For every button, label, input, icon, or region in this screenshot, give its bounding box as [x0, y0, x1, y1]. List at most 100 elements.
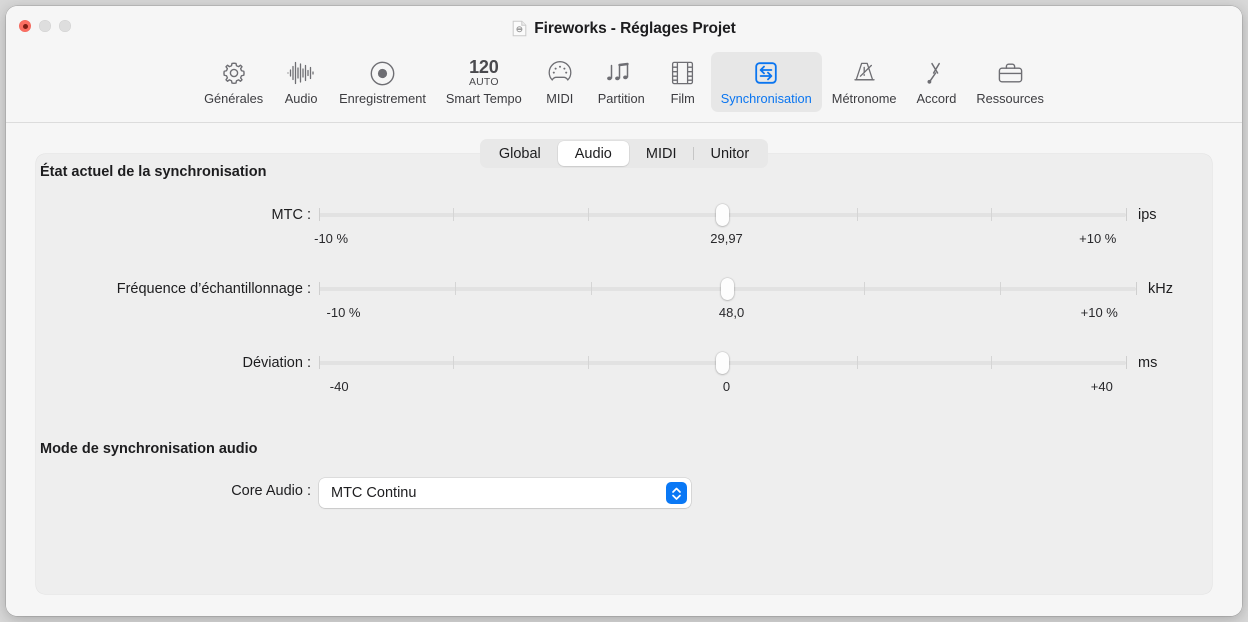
settings-content: Global Audio MIDI Unitor État actuel de …	[6, 123, 1242, 616]
sync-tab-bar: Global Audio MIDI Unitor	[480, 139, 768, 168]
panel-body: État actuel de la synchronisation MTC : …	[6, 123, 1242, 616]
window-title: Fireworks - Réglages Projet	[534, 20, 735, 38]
core-audio-value: MTC Continu	[331, 485, 666, 501]
toolbar-label: Partition	[598, 91, 645, 106]
toolbar-item-smart-tempo[interactable]: 120 AUTO Smart Tempo	[436, 52, 532, 112]
slider-tick	[588, 208, 589, 221]
slider-value-label: 0	[723, 379, 730, 394]
tab-unitor[interactable]: Unitor	[693, 141, 766, 166]
tab-label: Unitor	[710, 146, 749, 162]
slider-tick	[591, 282, 592, 295]
toolbar-label: MIDI	[546, 91, 573, 106]
document-icon	[512, 20, 527, 37]
title-group: Fireworks - Réglages Projet	[6, 19, 1242, 38]
toolbar-item-metronome[interactable]: Métronome	[822, 52, 907, 112]
close-dot-icon	[23, 24, 28, 29]
slider-label: Déviation :	[6, 355, 311, 371]
title-bar: Fireworks - Réglages Projet	[6, 6, 1242, 50]
toolbar-label: Synchronisation	[721, 91, 812, 106]
toolbar-label: Métronome	[832, 91, 897, 106]
slider-tick	[864, 282, 865, 295]
waveform-icon	[286, 56, 316, 90]
maximize-button[interactable]	[59, 20, 71, 32]
metronome-icon	[851, 56, 878, 90]
slider-tick	[1126, 208, 1127, 221]
slider-max-label: +10 %	[1079, 231, 1116, 246]
slider-tick	[319, 208, 320, 221]
tempo-mode: AUTO	[469, 76, 499, 89]
slider-label: Fréquence d’échantillonnage :	[6, 281, 311, 297]
toolbar-item-enregistrement[interactable]: Enregistrement	[329, 52, 436, 112]
slider-tick	[991, 356, 992, 369]
toolbar-label: Générales	[204, 91, 263, 106]
tab-label: Global	[499, 146, 541, 162]
midi-plug-icon	[547, 56, 573, 90]
toolbar-label: Audio	[285, 91, 318, 106]
slider-unit: ips	[1138, 207, 1157, 223]
slider-tick	[1126, 356, 1127, 369]
film-icon	[671, 56, 694, 90]
slider-max-label: +40	[1091, 379, 1113, 394]
slider-tick	[588, 356, 589, 369]
slider-tick	[1000, 282, 1001, 295]
slider-row-mtc: MTC : -10 % 29,97 +10 % ips	[6, 201, 1242, 247]
slider-thumb[interactable]	[721, 278, 734, 300]
slider-max-label: +10 %	[1081, 305, 1118, 320]
slider-thumb[interactable]	[716, 352, 729, 374]
toolbar-item-ressources[interactable]: Ressources	[966, 52, 1054, 112]
toolbar-item-generales[interactable]: Générales	[194, 52, 273, 112]
tempo-icon: 120 AUTO	[469, 56, 499, 90]
toolbar-label: Enregistrement	[339, 91, 426, 106]
toolbar-item-synchronisation[interactable]: Synchronisation	[711, 52, 822, 112]
minimize-button[interactable]	[39, 20, 51, 32]
slider-tick	[857, 356, 858, 369]
toolbar-item-partition[interactable]: Partition	[588, 52, 655, 112]
section-heading-mode: Mode de synchronisation audio	[40, 441, 258, 457]
toolbar-label: Ressources	[976, 91, 1044, 106]
toolbar-item-audio[interactable]: Audio	[273, 52, 329, 112]
slider-value-label: 48,0	[719, 305, 744, 320]
slider-row-sample-rate: Fréquence d’échantillonnage : -10 % 48,0…	[6, 275, 1242, 321]
briefcase-icon	[997, 56, 1024, 90]
toolbar-label: Smart Tempo	[446, 91, 522, 106]
toolbar-item-accord[interactable]: Accord	[907, 52, 967, 112]
tuning-fork-icon	[923, 56, 949, 90]
core-audio-select[interactable]: MTC Continu	[319, 478, 691, 508]
toolbar-label: Film	[671, 91, 695, 106]
gear-icon	[221, 56, 247, 90]
slider-tick	[1136, 282, 1137, 295]
core-audio-row: Core Audio : MTC Continu	[6, 478, 1242, 508]
slider-tick	[991, 208, 992, 221]
slider-tick	[453, 208, 454, 221]
chevron-up-down-icon[interactable]	[666, 482, 687, 504]
record-icon	[369, 56, 396, 90]
toolbar-label: Accord	[917, 91, 957, 106]
tab-global[interactable]: Global	[482, 141, 558, 166]
tab-label: MIDI	[646, 146, 677, 162]
slider-thumb[interactable]	[716, 204, 729, 226]
slider-value-label: 29,97	[710, 231, 743, 246]
close-button[interactable]	[19, 20, 31, 32]
slider-tick	[319, 356, 320, 369]
tab-label: Audio	[575, 146, 612, 162]
slider-label: MTC :	[6, 207, 311, 223]
slider-tick	[857, 208, 858, 221]
slider-row-deviation: Déviation : -40 0 +40 ms	[6, 349, 1242, 395]
slider-min-label: -10 %	[327, 305, 361, 320]
slider-tick	[453, 356, 454, 369]
sync-arrows-icon	[753, 56, 779, 90]
tab-midi[interactable]: MIDI	[629, 141, 694, 166]
traffic-lights	[19, 20, 71, 32]
slider-unit: kHz	[1148, 281, 1173, 297]
tempo-value: 120	[469, 59, 498, 76]
section-heading-status: État actuel de la synchronisation	[40, 164, 266, 180]
settings-toolbar: Générales Audio Enregistrement 120	[6, 50, 1242, 123]
project-settings-window: Fireworks - Réglages Projet Générales Au…	[6, 6, 1242, 616]
slider-unit: ms	[1138, 355, 1157, 371]
tab-audio[interactable]: Audio	[558, 141, 629, 166]
music-notes-icon	[606, 56, 636, 90]
toolbar-item-midi[interactable]: MIDI	[532, 52, 588, 112]
toolbar-item-film[interactable]: Film	[655, 52, 711, 112]
core-audio-label: Core Audio :	[6, 483, 311, 499]
slider-min-label: -10 %	[314, 231, 348, 246]
